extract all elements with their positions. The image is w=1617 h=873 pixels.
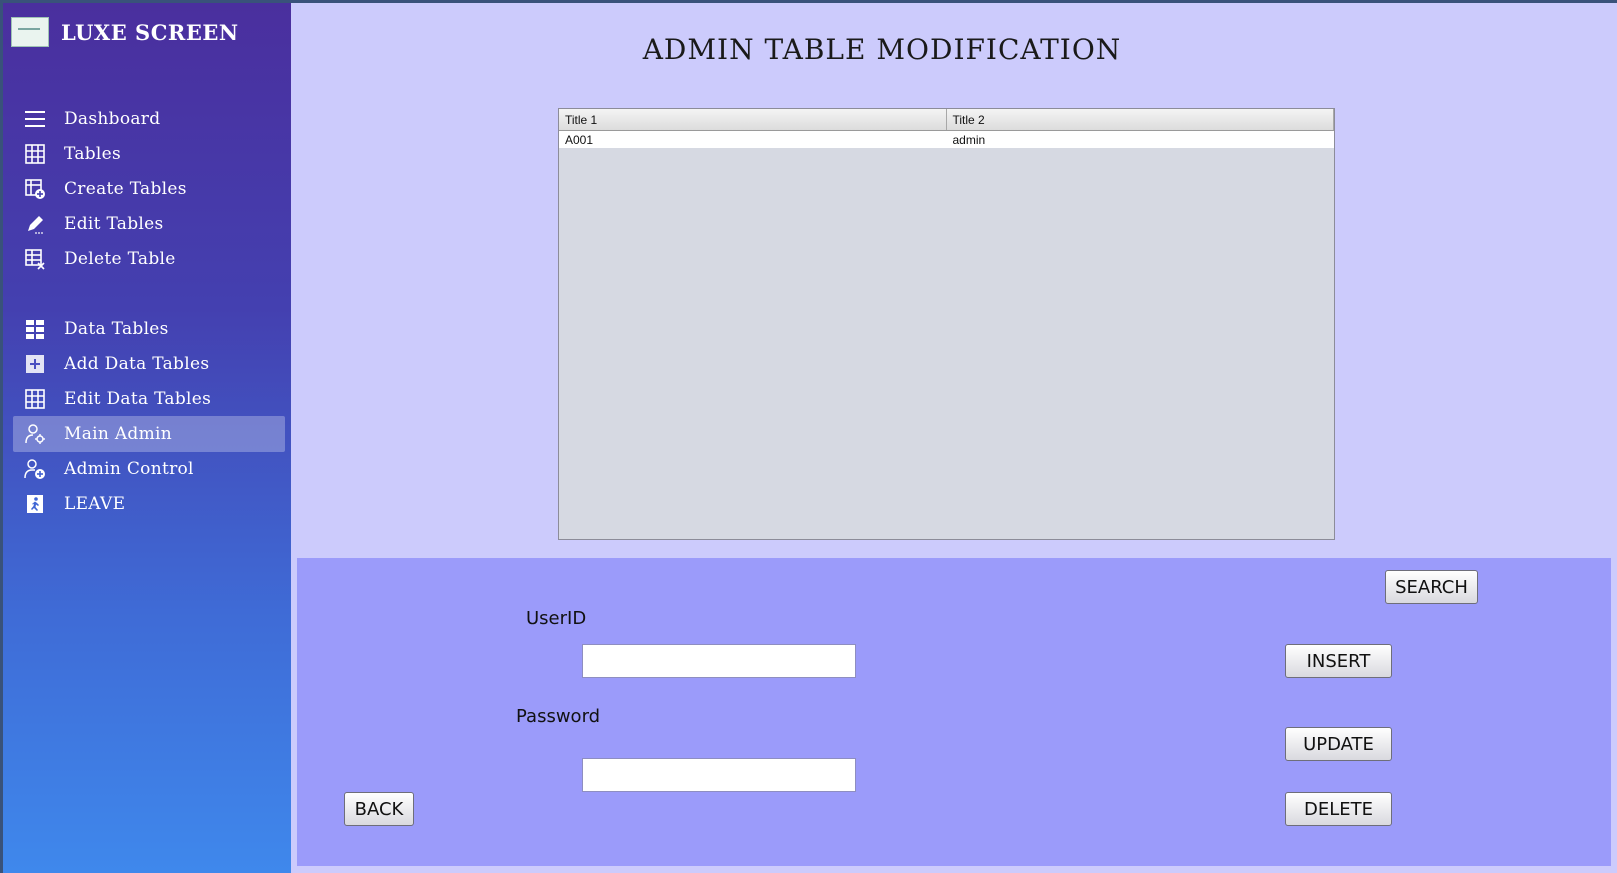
app-logo [11,17,49,47]
main-content: ADMIN TABLE MODIFICATION Title 1 Title 2… [291,3,1617,873]
table-cell: A001 [565,133,594,147]
form-panel: SEARCH UserID INSERT Password UPDATE BAC… [297,558,1611,866]
sidebar-item-create-tables[interactable]: Create Tables [13,171,285,207]
exit-icon [24,493,46,515]
page-title: ADMIN TABLE MODIFICATION [642,33,1122,66]
user-gear-icon [24,423,46,445]
sidebar-item-label: Dashboard [64,109,161,129]
sidebar-item-label: Admin Control [64,459,194,479]
sidebar-item-admin-control[interactable]: Admin Control [13,451,285,487]
sidebar-item-dashboard[interactable]: Dashboard [13,101,285,137]
data-grid-icon [24,318,46,340]
column-header[interactable]: Title 2 [947,109,1334,130]
column-header[interactable]: Title 1 [559,109,947,130]
sidebar-item-add-data-tables[interactable]: Add Data Tables [13,346,285,382]
sidebar-item-label: Add Data Tables [64,354,210,374]
sidebar-item-delete-table[interactable]: Delete Table [13,241,285,277]
insert-button[interactable]: INSERT [1285,644,1392,678]
sidebar-item-label: Edit Data Tables [64,389,212,409]
sidebar-item-edit-tables[interactable]: Edit Tables [13,206,285,242]
plus-box-icon [24,353,46,375]
sidebar-item-data-tables[interactable]: Data Tables [13,311,285,347]
userid-input[interactable] [582,644,856,678]
search-button[interactable]: SEARCH [1385,570,1478,604]
sidebar-item-main-admin[interactable]: Main Admin [13,416,285,452]
menu-icon [24,108,46,130]
pencil-icon [24,213,46,235]
delete-button[interactable]: DELETE [1285,792,1392,826]
table-add-icon [24,178,46,200]
table-delete-icon [24,248,46,270]
userid-label: UserID [526,608,587,629]
sidebar-item-leave[interactable]: LEAVE [13,486,285,522]
app-name: LUXE SCREEN [61,19,239,45]
sidebar: LUXE SCREEN Dashboard Tables Create Tabl… [3,3,291,873]
admin-table[interactable]: Title 1 Title 2 A001 admin [558,108,1335,540]
sidebar-item-label: Main Admin [64,424,172,444]
password-input[interactable] [582,758,856,792]
sidebar-item-edit-data-tables[interactable]: Edit Data Tables [13,381,285,417]
sidebar-item-label: Delete Table [64,249,176,269]
sidebar-item-label: Tables [64,144,122,164]
update-button[interactable]: UPDATE [1285,727,1392,761]
table-cell: admin [952,133,986,147]
sidebar-item-label: Create Tables [64,179,187,199]
sidebar-item-tables[interactable]: Tables [13,136,285,172]
table-row[interactable]: A001 admin [559,131,1334,148]
sidebar-item-label: Edit Tables [64,214,164,234]
grid-icon [24,143,46,165]
password-label: Password [516,706,601,727]
table-header: Title 1 Title 2 [559,109,1334,131]
grid-icon [24,388,46,410]
sidebar-item-label: LEAVE [64,494,126,514]
brand: LUXE SCREEN [11,17,239,47]
sidebar-item-label: Data Tables [64,319,169,339]
user-add-icon [24,458,46,480]
back-button[interactable]: BACK [344,792,414,826]
